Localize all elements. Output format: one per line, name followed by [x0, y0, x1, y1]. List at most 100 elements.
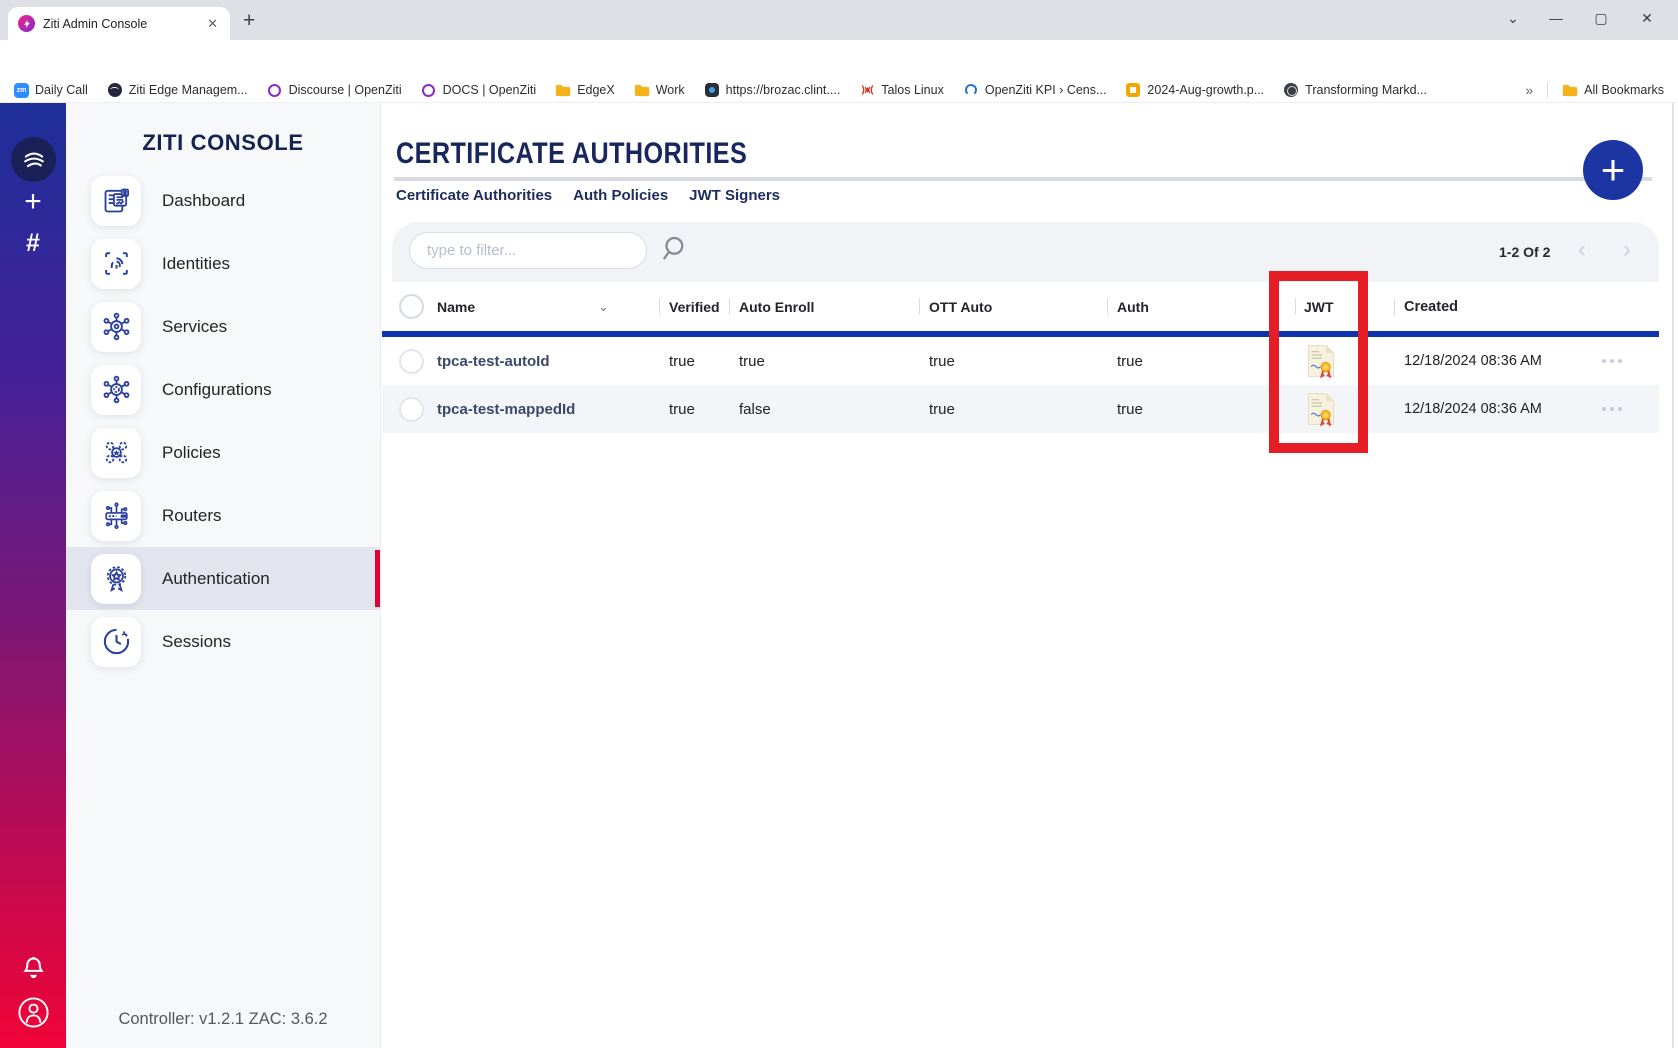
- select-all-checkbox[interactable]: [399, 294, 424, 319]
- sidebar-item-label: Authentication: [162, 569, 270, 589]
- sidebar-item-dashboard[interactable]: Dashboard: [66, 169, 380, 232]
- minimize-button[interactable]: —: [1543, 10, 1569, 26]
- maximize-button[interactable]: ▢: [1588, 10, 1614, 27]
- bookmark-ziti-edge[interactable]: Ziti Edge Managem...: [107, 82, 248, 98]
- browser-toolbar: https://ctrl.cdaws.clint.demo.openziti.o…: [0, 40, 1678, 78]
- network-nodes-icon: [91, 365, 141, 415]
- bookmarks-overflow-icon[interactable]: »: [1525, 82, 1533, 98]
- sidebar-item-services[interactable]: Services: [66, 295, 380, 358]
- column-header-name[interactable]: Name: [437, 282, 475, 331]
- sidebar-item-identities[interactable]: Identities: [66, 232, 380, 295]
- table-header-row: Name ⌄ Verified Auto Enroll OTT Auto Aut…: [382, 282, 1659, 331]
- ziti-sphere-icon: [107, 82, 123, 98]
- openziti-ring-icon: [421, 82, 437, 98]
- bookmark-transforming[interactable]: Transforming Markd...: [1283, 82, 1427, 98]
- column-header-jwt[interactable]: JWT: [1304, 282, 1334, 331]
- add-certificate-authority-button[interactable]: +: [1583, 140, 1643, 200]
- pagination-prev-icon[interactable]: ‹: [1578, 238, 1586, 262]
- rail-add-button[interactable]: +: [0, 185, 66, 219]
- close-window-button[interactable]: ✕: [1634, 10, 1660, 27]
- bookmark-talos[interactable]: Talos Linux: [859, 82, 944, 98]
- zoom-app-icon: zm: [14, 83, 29, 98]
- sidebar-item-routers[interactable]: Routers: [66, 484, 380, 547]
- column-header-verified[interactable]: Verified: [669, 282, 720, 331]
- tab-jwt-signers[interactable]: JWT Signers: [689, 187, 780, 204]
- browser-tab-strip: Ziti Admin Console ✕ + ⌄ — ▢ ✕: [0, 0, 1678, 40]
- new-tab-button[interactable]: +: [243, 9, 255, 33]
- filter-panel: 1-2 Of 2 ‹ ›: [392, 222, 1659, 282]
- column-header-auth[interactable]: Auth: [1117, 282, 1149, 331]
- gears-icon: [91, 428, 141, 478]
- sidebar-item-configurations[interactable]: Configurations: [66, 358, 380, 421]
- column-header-ott-auto[interactable]: OTT Auto: [929, 282, 992, 331]
- slides-icon: [1125, 82, 1141, 98]
- title-divider: [394, 177, 1652, 181]
- ca-name[interactable]: tpca-test-autoId: [437, 337, 550, 385]
- bookmark-growth-doc[interactable]: 2024-Aug-growth.p...: [1125, 82, 1264, 98]
- scrollbar-track[interactable]: [1672, 103, 1674, 1048]
- sidebar-menu: Dashboard Identities Services: [66, 169, 380, 673]
- openziti-ring-icon: [267, 82, 283, 98]
- verified-value: true: [669, 337, 695, 385]
- bookmark-folder-work[interactable]: Work: [634, 82, 685, 98]
- folder-icon: [555, 82, 571, 98]
- filter-input[interactable]: [427, 233, 627, 268]
- created-value: 12/18/2024 08:36 AM: [1404, 337, 1542, 385]
- column-header-auto-enroll[interactable]: Auto Enroll: [739, 282, 814, 331]
- ziti-logo[interactable]: [11, 137, 56, 182]
- network-nodes-icon: [91, 302, 141, 352]
- fingerprint-icon: [91, 239, 141, 289]
- row-menu-icon[interactable]: [1602, 385, 1622, 433]
- column-header-created[interactable]: Created: [1404, 282, 1458, 331]
- table-row[interactable]: tpca-test-autoId true true true true 12/…: [382, 337, 1659, 385]
- sort-chevron-icon[interactable]: ⌄: [598, 282, 609, 331]
- jwt-certificate-icon[interactable]: [1303, 337, 1339, 385]
- verified-value: true: [669, 385, 695, 433]
- sidebar-item-label: Sessions: [162, 632, 231, 652]
- zac-page: + # ZITI CONSOLE Dashboard: [0, 103, 1678, 1048]
- bookmark-docs[interactable]: DOCS | OpenZiti: [421, 82, 537, 98]
- sidebar-item-sessions[interactable]: Sessions: [66, 610, 380, 673]
- row-checkbox[interactable]: [399, 397, 424, 422]
- tab-close-icon[interactable]: ✕: [205, 16, 220, 32]
- user-profile-icon[interactable]: [17, 996, 50, 1029]
- pagination-label: 1-2 Of 2: [1499, 244, 1550, 260]
- browser-tab[interactable]: Ziti Admin Console ✕: [8, 7, 230, 40]
- bookmark-folder-edgex[interactable]: EdgeX: [555, 82, 615, 98]
- sidebar-item-label: Configurations: [162, 380, 272, 400]
- tab-search-icon[interactable]: ⌄: [1500, 10, 1526, 27]
- all-bookmarks-button[interactable]: All Bookmarks: [1562, 82, 1664, 98]
- talos-wave-icon: [859, 82, 875, 98]
- sidebar: ZITI CONSOLE Dashboard Identities: [66, 103, 380, 1048]
- ca-name[interactable]: tpca-test-mappedId: [437, 385, 575, 433]
- router-icon: [91, 491, 141, 541]
- bookmark-openziti-kpi[interactable]: OpenZiti KPI › Cens...: [963, 82, 1107, 98]
- sidebar-item-policies[interactable]: Policies: [66, 421, 380, 484]
- search-icon[interactable]: [660, 234, 690, 264]
- bookmark-discourse[interactable]: Discourse | OpenZiti: [267, 82, 402, 98]
- created-value: 12/18/2024 08:36 AM: [1404, 385, 1542, 433]
- table-row[interactable]: tpca-test-mappedId true false true true …: [382, 385, 1659, 433]
- globe-icon: [1283, 82, 1299, 98]
- site-icon: [704, 82, 720, 98]
- bookmark-brozac[interactable]: https://brozac.clint....: [704, 82, 841, 98]
- app-brand: ZITI CONSOLE: [66, 130, 380, 156]
- notifications-bell-icon[interactable]: [20, 954, 47, 981]
- tab-auth-policies[interactable]: Auth Policies: [573, 187, 668, 204]
- row-checkbox[interactable]: [399, 349, 424, 374]
- auth-value: true: [1117, 385, 1143, 433]
- jwt-certificate-icon[interactable]: [1303, 385, 1339, 433]
- bookmark-daily-call[interactable]: zm Daily Call: [14, 83, 88, 98]
- page-title: CERTIFICATE AUTHORITIES: [396, 137, 747, 171]
- sidebar-item-authentication[interactable]: Authentication: [66, 547, 380, 610]
- tab-title: Ziti Admin Console: [43, 17, 197, 31]
- main-content: CERTIFICATE AUTHORITIES + Certificate Au…: [380, 103, 1678, 1048]
- rail-hash-button[interactable]: #: [0, 229, 66, 258]
- pagination-next-icon[interactable]: ›: [1623, 238, 1631, 262]
- ziti-admin-console-window: Ziti Admin Console ✕ + ⌄ — ▢ ✕ https://c…: [0, 0, 1678, 1048]
- sidebar-item-label: Policies: [162, 443, 221, 463]
- sidebar-item-label: Routers: [162, 506, 222, 526]
- row-menu-icon[interactable]: [1602, 337, 1622, 385]
- tab-certificate-authorities[interactable]: Certificate Authorities: [396, 187, 552, 204]
- section-tabs: Certificate Authorities Auth Policies JW…: [396, 187, 780, 204]
